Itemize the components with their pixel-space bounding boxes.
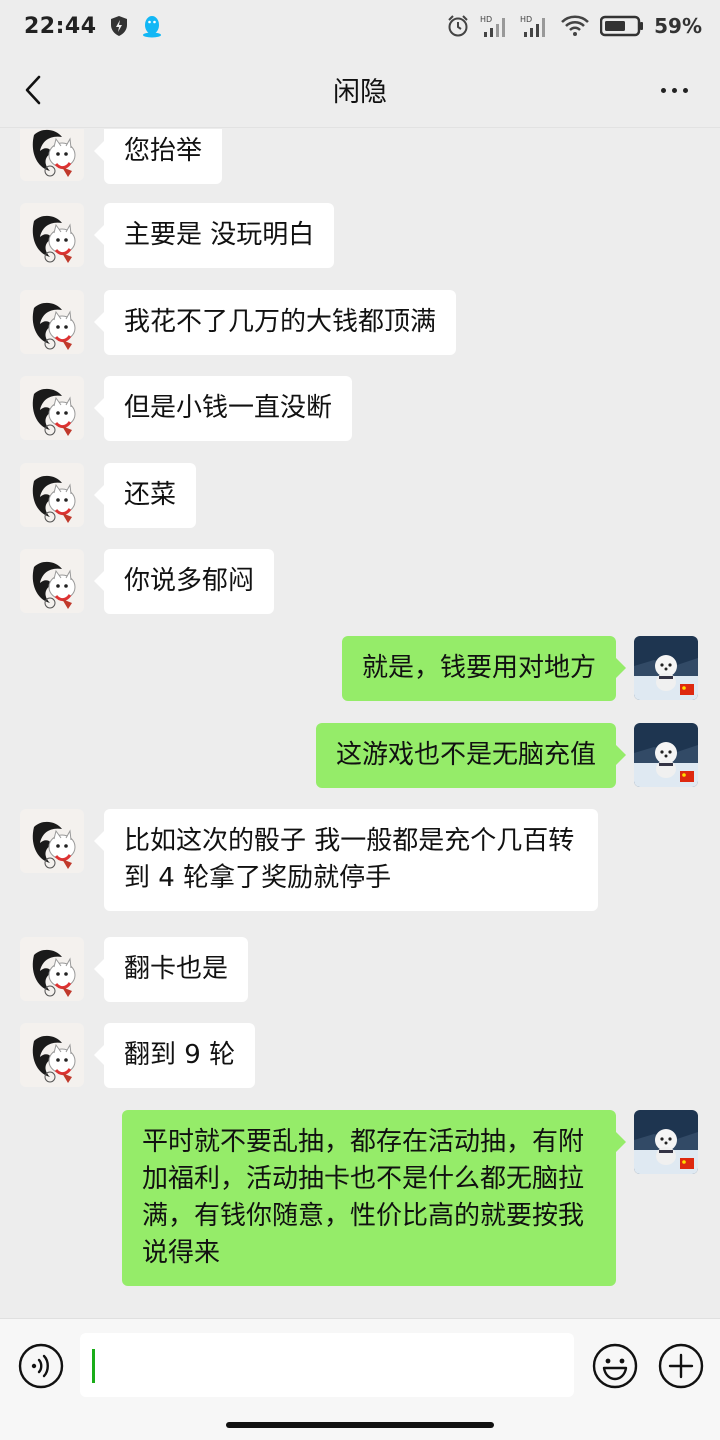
status-bar: 22:44 HD HD 59% <box>0 0 720 52</box>
message-bubble-incoming[interactable]: 比如这次的骰子 我一般都是充个几百转到 4 轮拿了奖励就停手 <box>94 809 598 911</box>
chevron-left-icon <box>24 75 42 105</box>
status-time: 22:44 <box>24 13 97 39</box>
svg-text:HD: HD <box>520 15 532 24</box>
hd-signal-icon: HD <box>520 14 550 38</box>
message-bubble-incoming[interactable]: 翻到 9 轮 <box>93 1023 256 1088</box>
message-bubble-incoming[interactable]: 主要是 没玩明白 <box>93 203 335 268</box>
plus-icon <box>658 1343 704 1389</box>
my-avatar[interactable] <box>634 636 698 700</box>
more-button[interactable] <box>656 76 692 104</box>
chat-title: 闲隐 <box>333 77 387 108</box>
chat-header: 闲隐 <box>0 52 720 128</box>
message-bubble-outgoing[interactable]: 就是，钱要用对地方 <box>341 636 627 701</box>
more-functions-button[interactable] <box>658 1343 704 1389</box>
message-input[interactable] <box>80 1333 574 1397</box>
message-item: 你说多郁闷 <box>0 549 720 615</box>
message-item: 比如这次的骰子 我一般都是充个几百转到 4 轮拿了奖励就停手 <box>0 809 720 917</box>
message-item: 但是小钱一直没断 <box>0 376 720 442</box>
qq-penguin-icon <box>141 14 163 38</box>
alarm-icon <box>446 14 470 38</box>
message-bubble-incoming[interactable]: 但是小钱一直没断 <box>93 376 353 441</box>
text-caret <box>92 1349 95 1383</box>
message-item: 我花不了几万的大钱都顶满 <box>0 290 720 356</box>
emoji-button[interactable] <box>592 1343 638 1389</box>
message-bubble-outgoing[interactable]: 这游戏也不是无脑充值 <box>315 723 627 788</box>
voice-icon <box>18 1343 64 1389</box>
message-item: 还菜 <box>0 463 720 529</box>
message-item: 这游戏也不是无脑充值 <box>0 723 720 789</box>
contact-avatar[interactable] <box>20 203 84 267</box>
contact-avatar[interactable] <box>20 809 84 873</box>
message-bubble-incoming[interactable]: 还菜 <box>93 463 197 528</box>
battery-icon <box>600 15 644 37</box>
contact-avatar[interactable] <box>20 290 84 354</box>
contact-avatar[interactable] <box>20 549 84 613</box>
svg-text:HD: HD <box>480 15 492 24</box>
contact-avatar[interactable] <box>20 129 84 181</box>
message-item: 翻到 9 轮 <box>0 1023 720 1089</box>
home-indicator[interactable] <box>226 1422 494 1428</box>
message-bubble-outgoing[interactable]: 平时就不要乱抽，都存在活动抽，有附加福利，活动抽卡也不是什么都无脑拉满，有钱你随… <box>122 1110 626 1286</box>
contact-avatar[interactable] <box>20 376 84 440</box>
contact-avatar[interactable] <box>20 1023 84 1087</box>
my-avatar[interactable] <box>634 1110 698 1174</box>
shield-bolt-icon <box>109 15 129 37</box>
message-bubble-incoming[interactable]: 翻卡也是 <box>93 937 249 1002</box>
hd-signal-icon: HD <box>480 14 510 38</box>
message-list[interactable]: 您抬举 主要是 没玩明白 我花不了几万的大钱都顶满 但是小钱一直没断 还菜 你说… <box>0 129 720 1318</box>
contact-avatar[interactable] <box>20 463 84 527</box>
message-bubble-incoming[interactable]: 我花不了几万的大钱都顶满 <box>93 290 457 355</box>
message-item: 平时就不要乱抽，都存在活动抽，有附加福利，活动抽卡也不是什么都无脑拉满，有钱你随… <box>0 1110 720 1298</box>
more-dots-icon <box>660 87 688 93</box>
message-item: 就是，钱要用对地方 <box>0 636 720 702</box>
message-item: 主要是 没玩明白 <box>0 203 720 269</box>
contact-avatar[interactable] <box>20 937 84 1001</box>
message-item: 翻卡也是 <box>0 937 720 1003</box>
message-item: 您抬举 <box>0 129 720 193</box>
message-bubble-incoming[interactable]: 你说多郁闷 <box>93 549 275 614</box>
emoji-icon <box>592 1343 638 1389</box>
battery-percent: 59% <box>654 14 702 38</box>
back-button[interactable] <box>18 72 48 108</box>
voice-button[interactable] <box>18 1343 64 1389</box>
wifi-icon <box>560 14 590 38</box>
message-bubble-incoming[interactable]: 您抬举 <box>93 129 223 184</box>
my-avatar[interactable] <box>634 723 698 787</box>
